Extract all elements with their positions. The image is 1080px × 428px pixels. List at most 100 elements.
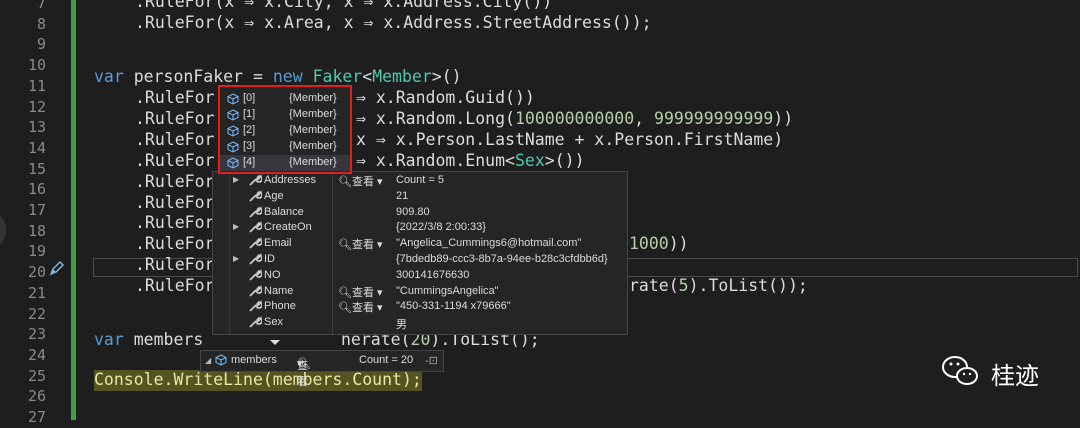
property-value: Count = 5: [396, 174, 445, 186]
code-line-18-rulefor[interactable]: .RuleFor: [135, 213, 214, 234]
code-line-15-tail[interactable]: ⇒ x.Random.Enum<Sex>()): [356, 151, 585, 172]
property-value: {7bdedb89-ccc3-8b7a-94ee-b28c3cfdbb6d}: [396, 253, 608, 265]
magnifier-icon: 🔍︎: [338, 287, 352, 299]
datatip-row[interactable]: Name 🔍︎查看 ▾ "CummingsAngelica": [213, 284, 627, 300]
property-value: 300141676630: [396, 269, 470, 281]
line-number: 8: [36, 14, 46, 33]
wrench-icon: [249, 285, 262, 297]
dropdown-arrow-icon: ▾: [377, 287, 383, 299]
code-line-24-head[interactable]: var members: [94, 330, 203, 351]
code-line-13-rulefor[interactable]: .RuleFor: [135, 109, 214, 130]
variable-name: members: [231, 354, 277, 366]
dropdown-arrow-icon: ▾: [377, 239, 383, 251]
view-label: 查看: [351, 239, 374, 251]
type-name: Faker: [302, 67, 363, 86]
code-text: ⇒ x.Random.Enum<: [356, 151, 515, 170]
code-line-14-rulefor[interactable]: .RuleFor: [135, 130, 214, 151]
identifier: members: [123, 330, 204, 349]
punct: )): [668, 234, 689, 253]
line-number: 11: [27, 76, 46, 95]
code-line-8[interactable]: .RuleFor(x ⇒ x.Area, x ⇒ x.Address.Stree…: [135, 13, 652, 34]
code-line-15-rulefor[interactable]: .RuleFor: [135, 151, 214, 172]
collapse-arrow-icon[interactable]: ◢: [205, 356, 211, 365]
view-button[interactable]: 🔍︎查看 ▾: [338, 284, 383, 300]
code-line-20-rulefor[interactable]: .RuleFor: [135, 255, 214, 276]
line-number: 16: [27, 180, 46, 199]
pin-icon[interactable]: -⊡: [425, 354, 438, 367]
line-number: 15: [27, 159, 46, 178]
punct: <: [362, 67, 373, 86]
code-line-12-tail[interactable]: ⇒ x.Random.Guid()): [356, 88, 535, 109]
code-line-26-selected[interactable]: Console.WriteLine(members.Count);: [94, 370, 422, 391]
code-line-13-tail[interactable]: ⇒ x.Random.Long(100000000000, 9999999999…: [356, 109, 793, 130]
punct: ).ToList());: [688, 276, 808, 295]
number-literal: 100000000000: [514, 109, 635, 128]
dropdown-arrow-icon: ▾: [377, 176, 383, 188]
datatip-row[interactable]: Age 21: [213, 189, 627, 205]
wrench-icon: [249, 237, 262, 249]
code-line-19-tail[interactable]: 1000)): [629, 234, 689, 255]
view-button[interactable]: 🔍︎查看 ▾: [338, 173, 383, 189]
property-name: Email: [264, 237, 292, 249]
wrench-icon: [249, 190, 262, 202]
datatip-row[interactable]: Balance 909.80: [213, 205, 627, 221]
property-value: 21: [396, 190, 409, 202]
property-name: Name: [264, 285, 294, 297]
datatip-row[interactable]: Sex 男: [213, 315, 627, 331]
datatip-row[interactable]: ▶ CreateOn {2022/3/8 2:00:33}: [213, 220, 627, 236]
wrench-icon: [249, 269, 262, 281]
code-line-16-rulefor[interactable]: .RuleFor: [135, 172, 214, 193]
members-datatip[interactable]: ◢ members 🔍︎ 查看 ▾ Count = 20 -⊡: [200, 350, 444, 388]
dropdown-arrow-icon: ▾: [297, 358, 303, 370]
line-number: 14: [27, 138, 46, 157]
datatip-row[interactable]: NO 300141676630: [213, 268, 627, 284]
expand-arrow-icon[interactable]: ▶: [233, 254, 239, 263]
code-line-17-rulefor[interactable]: .RuleFor: [135, 193, 214, 214]
view-label: 查看: [351, 287, 374, 299]
magnifier-icon: 🔍︎: [338, 239, 352, 251]
type-name: Member: [372, 67, 432, 86]
line-number: 7: [36, 0, 46, 12]
wrench-icon: [249, 174, 262, 186]
code-line-12-rulefor[interactable]: .RuleFor: [135, 88, 214, 109]
view-button[interactable]: 🔍︎查看 ▾: [338, 299, 383, 315]
expand-arrow-icon[interactable]: ▶: [233, 175, 239, 184]
operator: =: [252, 67, 273, 86]
code-line-14-tail[interactable]: x ⇒ x.Person.LastName + x.Person.FirstNa…: [356, 130, 783, 151]
datatip-row[interactable]: ▶ ID {7bdedb89-ccc3-8b7a-94ee-b28c3cfdbb…: [213, 252, 627, 268]
view-label: 查看: [351, 176, 374, 188]
property-value: "CummingsAngelica": [396, 285, 499, 297]
number-literal: 999999999999: [654, 109, 774, 128]
punct: ,: [634, 109, 655, 128]
watermark-text: 桂迹: [991, 362, 1039, 390]
keyword: var: [94, 67, 124, 86]
punct: )): [773, 109, 794, 128]
edit-pencil-icon[interactable]: [48, 259, 66, 277]
line-number: 24: [27, 345, 46, 364]
member-properties-datatip[interactable]: ▶ Addresses 🔍︎查看 ▾ Count = 5 Age 21 Bala…: [212, 171, 628, 335]
property-name: CreateOn: [264, 221, 312, 233]
datatip-row[interactable]: Email 🔍︎查看 ▾ "Angelica_Cummings6@hotmail…: [213, 236, 627, 252]
code-line-19-rulefor[interactable]: .RuleFor: [135, 234, 214, 255]
datatip-row[interactable]: ▶ Addresses 🔍︎查看 ▾ Count = 5: [213, 173, 627, 189]
property-name: ID: [264, 253, 275, 265]
datatip-row[interactable]: Phone 🔍︎查看 ▾ "450-331-1194 x79666": [213, 299, 627, 315]
scroll-down-icon[interactable]: [270, 340, 280, 345]
code-line-21-tail[interactable]: rate(5).ToList());: [629, 276, 808, 297]
change-indicator-bar: [71, 0, 76, 420]
view-label: 查看: [351, 302, 374, 314]
wrench-icon: [249, 206, 262, 218]
line-number: 10: [27, 56, 46, 75]
property-name: Phone: [264, 300, 296, 312]
code-line-7[interactable]: .RuleFor(x ⇒ x.City, x ⇒ x.Address.City(…: [135, 0, 552, 13]
line-number: 17: [27, 201, 46, 219]
type-name: Sex: [514, 151, 545, 170]
wrench-icon: [249, 253, 262, 265]
punct: >()): [544, 151, 585, 170]
line-number: 9: [36, 35, 46, 54]
line-number: 25: [27, 366, 46, 385]
expand-arrow-icon[interactable]: ▶: [233, 222, 239, 231]
code-line-21-rulefor[interactable]: .RuleFor: [135, 276, 214, 297]
view-button[interactable]: 🔍︎查看 ▾: [338, 236, 383, 252]
code-text: ⇒ x.Random.Long(: [356, 109, 515, 128]
